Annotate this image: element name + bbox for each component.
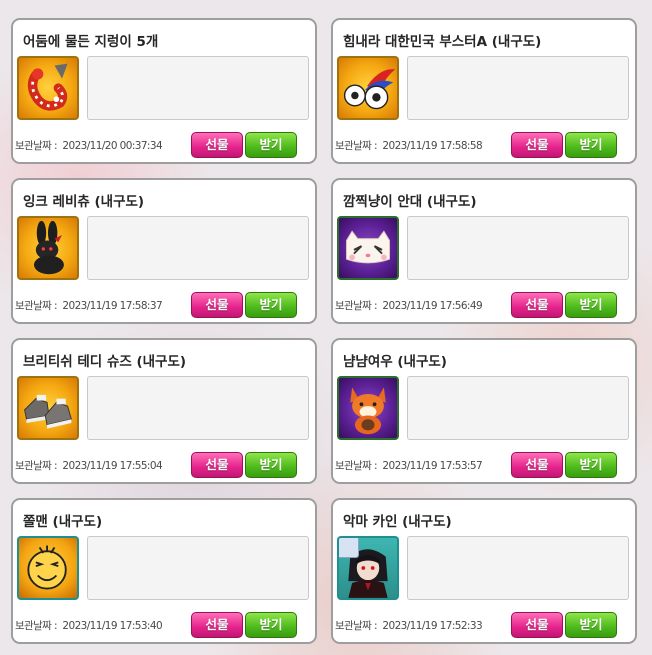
item-icon-frame[interactable] xyxy=(17,56,79,120)
item-card: 어둠에 물든 지렁이 5개 보관날짜 : 2023/11/20 00:37:34… xyxy=(11,18,317,164)
worm-icon xyxy=(27,63,68,111)
item-title: 어둠에 물든 지렁이 5개 xyxy=(23,34,159,50)
cat-eye-mask-icon xyxy=(346,230,390,264)
item-card: 브리티쉬 테디 슈즈 (내구도) 보관날짜 : 2023/11/19 17:55… xyxy=(11,338,317,484)
item-icon-frame[interactable] xyxy=(17,216,79,280)
item-description-box xyxy=(407,536,629,600)
item-title: 힘내라 대한민국 부스터A (내구도) xyxy=(343,34,542,50)
saved-date: 보관날짜 : 2023/11/19 17:58:37 xyxy=(15,300,163,312)
gift-button[interactable]: 선물 xyxy=(191,452,243,478)
receive-button[interactable]: 받기 xyxy=(565,452,617,478)
receive-button[interactable]: 받기 xyxy=(245,612,297,638)
item-card: 잉크 레비츄 (내구도) 보관날짜 : 2023/11/19 17:58:37 … xyxy=(11,178,317,324)
receive-button[interactable]: 받기 xyxy=(565,612,617,638)
gift-button[interactable]: 선물 xyxy=(511,452,563,478)
soccer-ball-booster-icon xyxy=(343,69,396,110)
receive-button[interactable]: 받기 xyxy=(565,292,617,318)
smiley-face-icon xyxy=(27,545,67,590)
item-description-box xyxy=(87,56,309,120)
item-title: 악마 카인 (내구도) xyxy=(343,514,452,530)
item-card: 냠냠여우 (내구도) 보관날짜 : 2023/11/19 17:53:57 선물… xyxy=(331,338,637,484)
item-title: 깜찍냥이 안대 (내구도) xyxy=(343,194,477,210)
item-icon-frame[interactable] xyxy=(337,56,399,120)
item-description-box xyxy=(87,536,309,600)
receive-button[interactable]: 받기 xyxy=(245,452,297,478)
item-card: 힘내라 대한민국 부스터A (내구도) 보관날짜 : 2023/11/19 17… xyxy=(331,18,637,164)
fox-icon xyxy=(350,387,386,435)
item-description-box xyxy=(407,56,629,120)
item-icon-frame[interactable] xyxy=(17,536,79,600)
saved-date: 보관날짜 : 2023/11/19 17:55:04 xyxy=(15,460,163,472)
item-card: 깜찍냥이 안대 (내구도) 보관날짜 : 2023/11/19 17:56:49… xyxy=(331,178,637,324)
item-icon-frame[interactable] xyxy=(337,376,399,440)
item-title: 브리티쉬 테디 슈즈 (내구도) xyxy=(23,354,187,370)
gift-button[interactable]: 선물 xyxy=(191,132,243,158)
shoes-icon xyxy=(24,394,72,429)
receive-button[interactable]: 받기 xyxy=(565,132,617,158)
gift-button[interactable]: 선물 xyxy=(511,292,563,318)
item-card: 쫄맨 (내구도) 보관날짜 : 2023/11/19 17:53:40 선물 받… xyxy=(11,498,317,644)
item-icon-frame[interactable] xyxy=(337,536,399,600)
item-description-box xyxy=(407,376,629,440)
saved-date: 보관날짜 : 2023/11/19 17:53:40 xyxy=(15,620,163,632)
saved-date: 보관날짜 : 2023/11/19 17:58:58 xyxy=(335,140,483,152)
item-description-box xyxy=(87,216,309,280)
receive-button[interactable]: 받기 xyxy=(245,292,297,318)
mini-avatar-icon xyxy=(339,538,359,558)
saved-date: 보관날짜 : 2023/11/19 17:56:49 xyxy=(335,300,483,312)
item-card: 악마 카인 (내구도) 보관날짜 : 2023/11/19 17:52:33 선… xyxy=(331,498,637,644)
item-title: 잉크 레비츄 (내구도) xyxy=(23,194,145,210)
item-icon-frame[interactable] xyxy=(17,376,79,440)
gift-button[interactable]: 선물 xyxy=(511,132,563,158)
gift-button[interactable]: 선물 xyxy=(191,292,243,318)
item-title: 쫄맨 (내구도) xyxy=(23,514,103,530)
gift-button[interactable]: 선물 xyxy=(511,612,563,638)
saved-date: 보관날짜 : 2023/11/19 17:53:57 xyxy=(335,460,483,472)
black-rabbit-icon xyxy=(33,220,64,275)
item-description-box xyxy=(407,216,629,280)
item-description-box xyxy=(87,376,309,440)
saved-date: 보관날짜 : 2023/11/19 17:52:33 xyxy=(335,620,483,632)
saved-date: 보관날짜 : 2023/11/20 00:37:34 xyxy=(15,140,163,152)
gift-button[interactable]: 선물 xyxy=(191,612,243,638)
item-title: 냠냠여우 (내구도) xyxy=(343,354,447,370)
receive-button[interactable]: 받기 xyxy=(245,132,297,158)
item-icon-frame[interactable] xyxy=(337,216,399,280)
